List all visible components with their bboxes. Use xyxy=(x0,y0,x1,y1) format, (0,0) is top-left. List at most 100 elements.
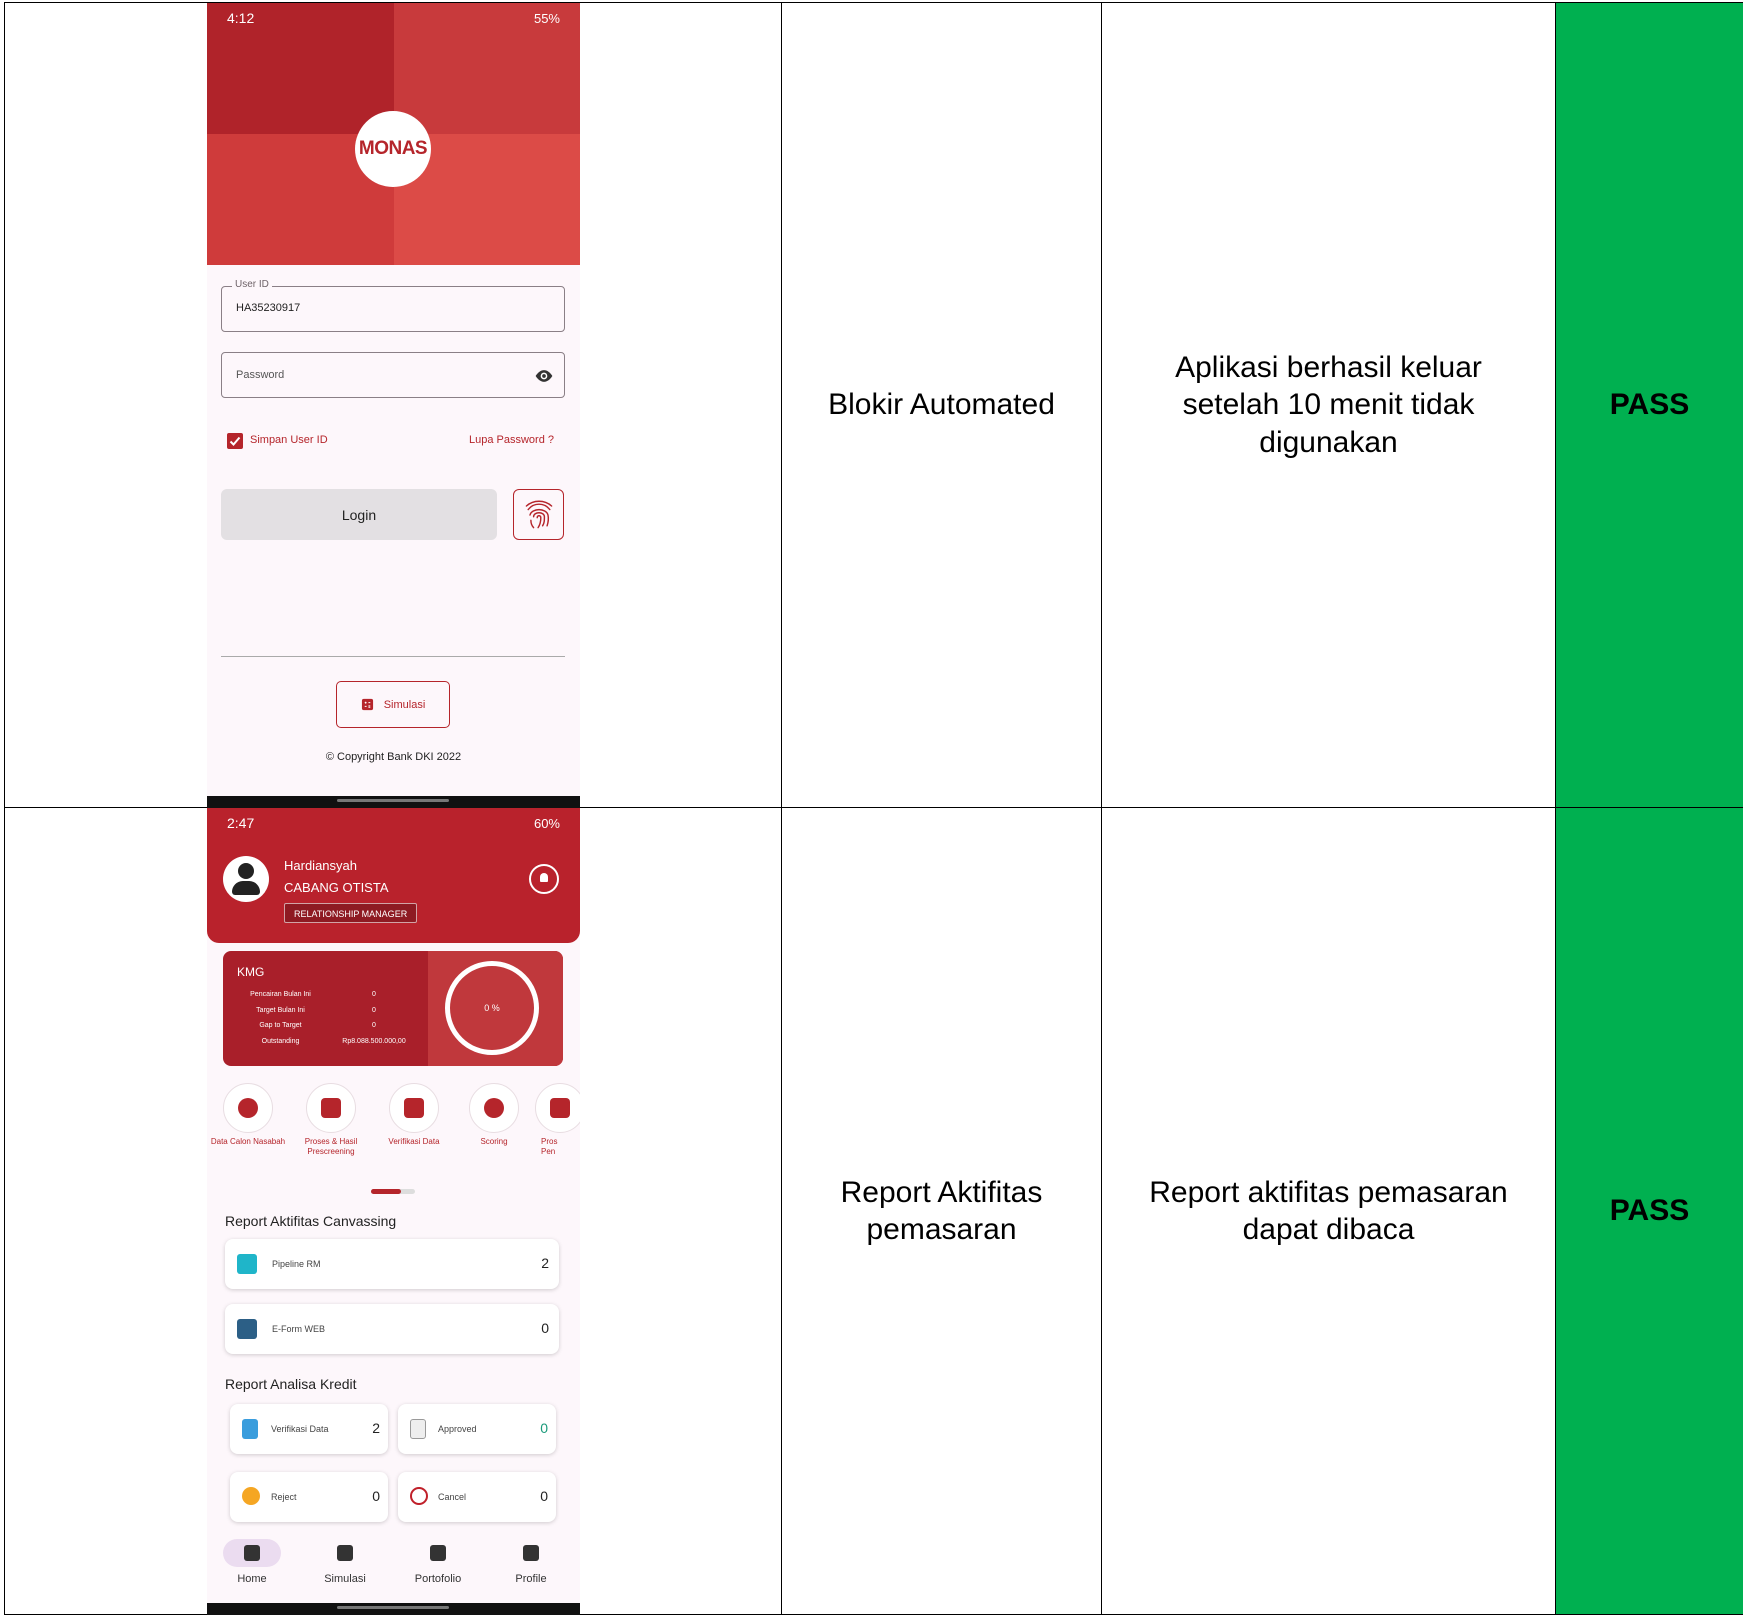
status-bar: 4:12 55% xyxy=(207,3,580,33)
simulasi-label: Simulasi xyxy=(384,699,426,711)
user-name: Hardiansyah xyxy=(284,858,357,873)
expected-result: Report aktifitas pemasaran dapat dibaca xyxy=(1102,808,1556,1615)
table-row: 4:12 55% MONAS User ID HA35230917 Passwo… xyxy=(5,3,1743,808)
kmg-row-label: Pencairan Bulan Ini xyxy=(237,991,324,1007)
login-hero: 4:12 55% MONAS xyxy=(207,3,580,265)
remember-label: Simpan User ID xyxy=(250,434,328,446)
bottom-navigation: Home Simulasi Portofolio Profile xyxy=(207,1535,580,1603)
system-nav-bar xyxy=(207,796,580,808)
menu-item[interactable]: Pros Pen xyxy=(535,1083,580,1156)
screenshot-cell: 4:12 55% MONAS User ID HA35230917 Passwo… xyxy=(5,3,782,808)
nav-label: Simulasi xyxy=(305,1573,385,1585)
menu-item[interactable]: Verifikasi Data xyxy=(374,1083,454,1147)
cancel-icon xyxy=(410,1487,428,1505)
kmg-row-label: Target Bulan Ini xyxy=(237,1007,324,1023)
menu-item[interactable]: Proses & Hasil Prescreening xyxy=(291,1083,371,1156)
report-count: 0 xyxy=(541,1320,549,1336)
kmg-row-value: 0 xyxy=(324,1022,424,1038)
kmg-row-label: Gap to Target xyxy=(237,1022,324,1038)
kmg-row-value: 0 xyxy=(324,1007,424,1023)
report-card[interactable]: Approved 0 xyxy=(398,1404,556,1454)
status-time: 4:12 xyxy=(227,10,254,26)
divider xyxy=(221,656,565,657)
menu-label: Proses & Hasil Prescreening xyxy=(291,1137,371,1156)
system-nav-bar xyxy=(207,1603,580,1615)
report-label: Cancel xyxy=(438,1492,466,1502)
expected-result: Aplikasi berhasil keluar setelah 10 meni… xyxy=(1102,3,1556,808)
nav-label: Portofolio xyxy=(398,1573,478,1585)
kmg-card[interactable]: KMG Pencairan Bulan Ini0 Target Bulan In… xyxy=(223,951,563,1066)
menu-label: Verifikasi Data xyxy=(374,1137,454,1147)
nav-label: Home xyxy=(212,1573,292,1585)
report-label: Pipeline RM xyxy=(272,1259,321,1269)
eye-icon[interactable] xyxy=(534,366,554,386)
nav-home[interactable]: Home xyxy=(212,1535,292,1585)
home-screen-mockup: 2:47 60% Hardiansyah CABANG OTISTA RELAT… xyxy=(207,808,580,1615)
menu-item[interactable]: Data Calon Nasabah xyxy=(208,1083,288,1147)
report-card[interactable]: Cancel 0 xyxy=(398,1472,556,1522)
report-count: 0 xyxy=(540,1420,548,1436)
test-description: Report Aktifitas pemasaran xyxy=(782,808,1102,1615)
report-card[interactable]: Pipeline RM 2 xyxy=(225,1239,559,1289)
document-icon xyxy=(389,1083,439,1133)
report-count: 2 xyxy=(541,1255,549,1271)
forgot-password-link[interactable]: Lupa Password ? xyxy=(469,434,554,446)
avatar[interactable] xyxy=(223,856,269,902)
menu-label: Scoring xyxy=(454,1137,534,1147)
web-form-icon xyxy=(237,1319,257,1339)
report-card[interactable]: Verifikasi Data 2 xyxy=(230,1404,388,1454)
receipt-icon xyxy=(306,1083,356,1133)
menu-label: Pros Pen xyxy=(535,1137,553,1156)
more-icon xyxy=(535,1083,580,1133)
reject-icon xyxy=(242,1487,260,1505)
status-battery: 60% xyxy=(534,816,560,831)
monas-logo: MONAS xyxy=(355,111,431,187)
portfolio-icon xyxy=(409,1539,467,1567)
report-label: Reject xyxy=(271,1492,297,1502)
login-button[interactable]: Login xyxy=(221,489,497,540)
result-badge: PASS xyxy=(1556,3,1743,808)
nav-label: Profile xyxy=(491,1573,571,1585)
report-count: 0 xyxy=(372,1488,380,1504)
calculator-icon xyxy=(361,698,374,711)
remember-checkbox[interactable] xyxy=(227,433,243,449)
copyright-text: © Copyright Bank DKI 2022 xyxy=(207,751,580,763)
userid-label: User ID xyxy=(232,279,272,290)
report-count: 0 xyxy=(540,1488,548,1504)
analisa-title: Report Analisa Kredit xyxy=(225,1376,357,1392)
status-bar: 2:47 60% xyxy=(207,808,580,838)
nav-simulasi[interactable]: Simulasi xyxy=(305,1535,385,1585)
userid-value: HA35230917 xyxy=(236,302,300,314)
login-screen-mockup: 4:12 55% MONAS User ID HA35230917 Passwo… xyxy=(207,3,580,808)
fingerprint-button[interactable] xyxy=(513,489,564,540)
profile-header: 2:47 60% Hardiansyah CABANG OTISTA RELAT… xyxy=(207,808,580,943)
password-placeholder: Password xyxy=(236,369,284,381)
feature-menu: Data Calon Nasabah Proses & Hasil Prescr… xyxy=(207,1083,580,1165)
kmg-row-value: Rp8.088.500.000,00 xyxy=(324,1038,424,1054)
kmg-title: KMG xyxy=(237,965,264,979)
table-row: 2:47 60% Hardiansyah CABANG OTISTA RELAT… xyxy=(5,808,1743,1615)
nav-profile[interactable]: Profile xyxy=(491,1535,571,1585)
kmg-row-value: 0 xyxy=(324,991,424,1007)
menu-item[interactable]: Scoring xyxy=(454,1083,534,1147)
kmg-row-label: Outstanding xyxy=(237,1038,324,1054)
role-badge: RELATIONSHIP MANAGER xyxy=(284,903,417,923)
password-field[interactable]: Password xyxy=(221,352,565,398)
simulasi-button[interactable]: Simulasi xyxy=(336,681,450,728)
report-card[interactable]: Reject 0 xyxy=(230,1472,388,1522)
userid-field[interactable]: User ID HA35230917 xyxy=(221,286,565,332)
test-description: Blokir Automated xyxy=(782,3,1102,808)
bell-icon[interactable] xyxy=(529,864,559,894)
report-card[interactable]: E-Form WEB 0 xyxy=(225,1304,559,1354)
report-label: Verifikasi Data xyxy=(271,1424,329,1434)
page-indicator xyxy=(371,1189,415,1194)
fingerprint-icon xyxy=(521,497,557,533)
test-result-table: 4:12 55% MONAS User ID HA35230917 Passwo… xyxy=(4,2,1743,1615)
profile-grid-icon xyxy=(502,1539,560,1567)
branch-name: CABANG OTISTA xyxy=(284,880,389,895)
progress-ring: 0 % xyxy=(445,961,539,1055)
canvassing-title: Report Aktifitas Canvassing xyxy=(225,1213,396,1229)
result-badge: PASS xyxy=(1556,808,1743,1615)
nav-portofolio[interactable]: Portofolio xyxy=(398,1535,478,1585)
status-battery: 55% xyxy=(534,11,560,26)
